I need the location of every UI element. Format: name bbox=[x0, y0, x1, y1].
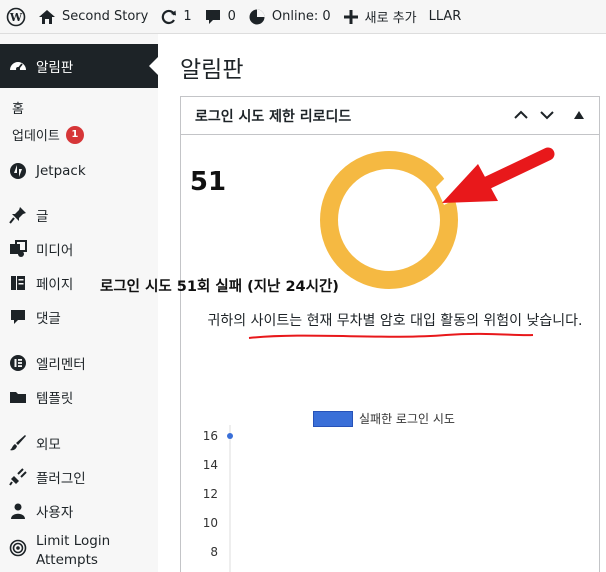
media-icon bbox=[8, 239, 28, 259]
elementor-icon bbox=[8, 353, 28, 373]
sidebar-item-elementor[interactable]: 엘리멘터 bbox=[0, 346, 158, 380]
sidebar-item-label: Jetpack bbox=[36, 163, 86, 179]
update-count-badge: 1 bbox=[65, 125, 84, 144]
toggle-panel-button[interactable] bbox=[569, 105, 589, 125]
updates-count: 1 bbox=[183, 9, 192, 24]
sidebar-item-label: 미디어 bbox=[36, 243, 74, 259]
sidebar-sub-label: 업데이트 bbox=[12, 129, 60, 144]
new-content-link[interactable]: 새로 추가 bbox=[337, 0, 423, 34]
user-icon bbox=[8, 501, 28, 521]
sidebar-item-label: 사용자 bbox=[36, 505, 74, 521]
sidebar-item-appearance[interactable]: 외모 bbox=[0, 426, 158, 460]
sidebar-item-label: 페이지 bbox=[36, 277, 74, 293]
chevron-up-icon bbox=[514, 110, 528, 119]
admin-bar: W Second Story 1 0 Online: 0 새로 추가 LLAR bbox=[0, 0, 606, 34]
sidebar-item-posts[interactable]: 글 bbox=[0, 198, 158, 232]
wordpress-logo-icon[interactable]: W bbox=[0, 0, 32, 34]
widget-title: 로그인 시도 제한 리로디드 bbox=[195, 108, 352, 125]
new-label: 새로 추가 bbox=[364, 11, 417, 26]
jetpack-icon bbox=[8, 161, 28, 181]
llar-link[interactable]: LLAR bbox=[423, 0, 468, 34]
sidebar-item-label: 글 bbox=[36, 209, 49, 225]
comments-link[interactable]: 0 bbox=[198, 0, 242, 34]
failed-count: 51 bbox=[189, 167, 227, 197]
sidebar-item-comments[interactable]: 댓글 bbox=[0, 300, 158, 334]
sidebar-item-users[interactable]: 사용자 bbox=[0, 494, 158, 528]
home-icon bbox=[39, 9, 55, 24]
llar-label: LLAR bbox=[428, 9, 462, 24]
plus-icon bbox=[343, 9, 358, 24]
comment-icon bbox=[205, 9, 220, 24]
sidebar-item-label: 플러그인 bbox=[36, 471, 86, 487]
folder-icon bbox=[8, 387, 28, 407]
online-label: Online: 0 bbox=[271, 9, 331, 24]
sidebar-item-jetpack[interactable]: Jetpack bbox=[0, 154, 158, 188]
page-title: 알림판 bbox=[180, 57, 244, 83]
sidebar-sub-label: 홈 bbox=[12, 102, 24, 117]
triangle-up-icon bbox=[574, 111, 584, 119]
sidebar-sub-home[interactable]: 홈 bbox=[0, 94, 158, 121]
sidebar-item-label: 알림판 bbox=[36, 60, 74, 76]
y-tick-label: 14 bbox=[203, 458, 218, 472]
refresh-icon bbox=[162, 9, 177, 24]
chevron-down-icon bbox=[540, 111, 554, 120]
sidebar-item-media[interactable]: 미디어 bbox=[0, 232, 158, 266]
updates-link[interactable]: 1 bbox=[154, 0, 197, 34]
failed-logins-chart: 16 14 12 10 8 bbox=[203, 425, 233, 572]
admin-sidebar: 알림판 홈 업데이트 1 Jetpack 글 미디어 페이지 댓글 엘리멘터 템… bbox=[0, 34, 158, 572]
comments-count: 0 bbox=[227, 9, 236, 24]
failed-attempts-text: 로그인 시도 51회 실패 (지난 24시간) bbox=[100, 279, 339, 295]
sidebar-item-templates[interactable]: 템플릿 bbox=[0, 380, 158, 414]
plugin-icon bbox=[8, 467, 28, 487]
comment-icon bbox=[8, 307, 28, 327]
sidebar-item-label: Limit Login Attempts bbox=[36, 533, 111, 568]
sidebar-item-label: 템플릿 bbox=[36, 391, 74, 407]
red-arrow-annotation bbox=[442, 147, 555, 203]
risk-description: 귀하의 사이트는 현재 무차별 암호 대입 활동의 위험이 낮습니다. bbox=[207, 313, 583, 329]
sidebar-item-plugins[interactable]: 플러그인 bbox=[0, 460, 158, 494]
sidebar-item-label: 외모 bbox=[36, 437, 61, 453]
sidebar-item-dashboard[interactable]: 알림판 bbox=[0, 44, 158, 88]
move-up-button[interactable] bbox=[511, 105, 531, 125]
svg-text:W: W bbox=[9, 11, 23, 24]
sidebar-item-label: 엘리멘터 bbox=[36, 357, 86, 373]
page-icon bbox=[8, 273, 28, 293]
y-tick-label: 10 bbox=[203, 516, 218, 530]
sidebar-item-limit-login-attempts[interactable]: Limit Login Attempts bbox=[0, 528, 158, 572]
site-name: Second Story bbox=[62, 9, 149, 24]
sidebar-item-label: 댓글 bbox=[36, 311, 61, 327]
llar-icon bbox=[8, 538, 28, 558]
pie-chart-icon bbox=[249, 9, 265, 24]
y-tick-label: 12 bbox=[203, 487, 218, 501]
dashboard-icon bbox=[8, 56, 28, 76]
data-point[interactable] bbox=[227, 433, 233, 439]
sidebar-sub-updates[interactable]: 업데이트 1 bbox=[0, 121, 158, 148]
online-link[interactable]: Online: 0 bbox=[242, 0, 337, 34]
pin-icon bbox=[8, 205, 28, 225]
move-down-button[interactable] bbox=[537, 105, 557, 125]
y-tick-label: 16 bbox=[203, 429, 218, 443]
site-name-link[interactable]: Second Story bbox=[32, 0, 154, 34]
brush-icon bbox=[8, 433, 28, 453]
y-tick-label: 8 bbox=[210, 545, 218, 559]
